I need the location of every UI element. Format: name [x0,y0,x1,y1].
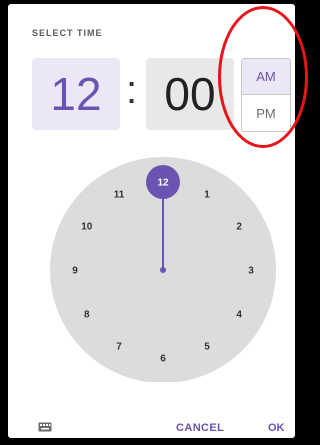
hour-field[interactable]: 12 [32,58,120,130]
time-separator: : [126,68,138,112]
clock-dial[interactable]: 12 1 2 3 4 5 6 7 8 9 10 11 [48,152,278,382]
clock-number-5[interactable]: 5 [204,342,210,353]
clock-number-7[interactable]: 7 [116,342,122,353]
clock-number-1[interactable]: 1 [204,189,210,200]
clock-number-9[interactable]: 9 [72,266,78,277]
cancel-button[interactable]: CANCEL [176,422,224,434]
clock-number-12[interactable]: 12 [157,178,169,189]
clock-number-4[interactable]: 4 [236,310,242,321]
clock-number-3[interactable]: 3 [248,266,254,277]
keyboard-icon[interactable] [38,422,52,432]
clock-number-6[interactable]: 6 [160,354,166,365]
clock-number-2[interactable]: 2 [236,222,242,233]
clock-number-11[interactable]: 11 [114,189,125,200]
ok-button[interactable]: OK [268,422,285,434]
clock-center-dot [160,267,166,273]
clock-number-8[interactable]: 8 [84,310,90,321]
minute-value: 00 [164,68,216,120]
highlight-annotation [218,6,308,148]
clock-number-10[interactable]: 10 [81,222,93,233]
hour-value: 12 [50,68,102,120]
clock-dial-svg: 121234567891011 [50,157,276,382]
dialog-header: SELECT TIME [32,28,103,38]
